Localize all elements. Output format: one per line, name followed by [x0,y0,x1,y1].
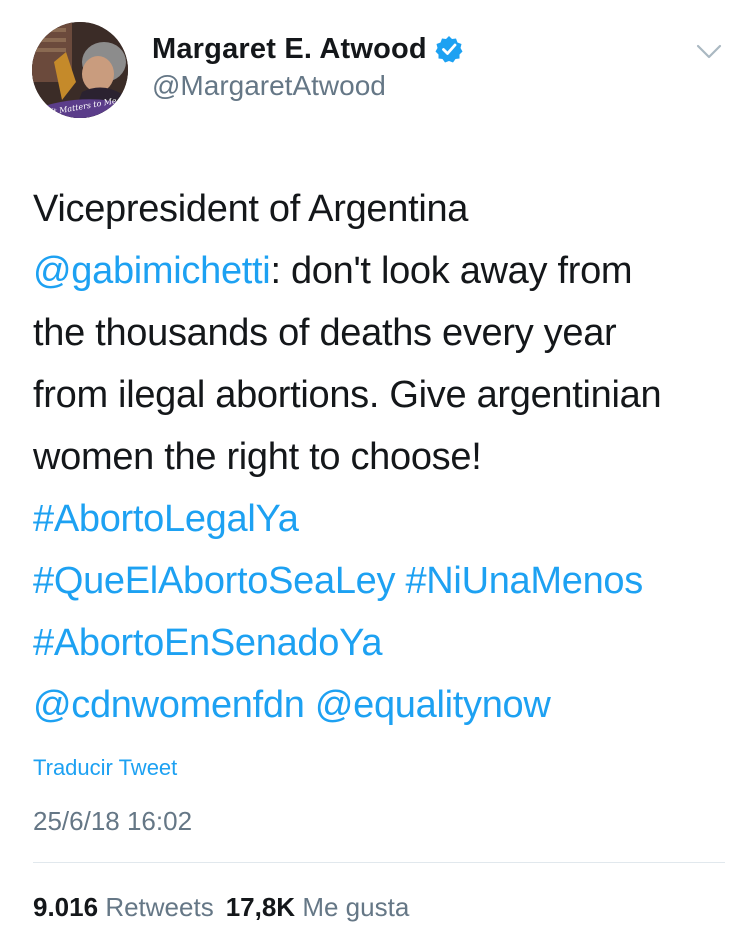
divider [33,862,725,863]
tweet-line: #AbortoEnSenadoYa [33,612,723,674]
user-names: Margaret E. Atwood @MargaretAtwood [152,30,463,102]
translate-tweet-link[interactable]: Traducir Tweet [33,755,177,781]
tweet-text-segment: Vicepresident of Argentina [33,188,469,230]
hashtag-niunamenos[interactable]: #NiUnaMenos [405,560,643,602]
tweet-line: women the right to choose! [33,426,723,488]
display-name-row: Margaret E. Atwood [152,30,463,68]
tweet-header: It Matters to Me Margaret E. Atwood @Mar… [0,0,741,140]
hashtag-queelabortosealey[interactable]: #QueElAbortoSeaLey [33,560,395,602]
likes-count: 17,8K [225,892,296,922]
user-handle[interactable]: @MargaretAtwood [152,70,463,102]
mention-equalitynow[interactable]: @equalitynow [315,684,551,726]
tweet-line: the thousands of deaths every year [33,302,723,364]
mention-cdnwomenfdn[interactable]: @cdnwomenfdn [33,684,305,726]
tweet-line: from ilegal abortions. Give argentinian [33,364,723,426]
likes-label: Me gusta [302,892,410,922]
tweet-line: @gabimichetti: don't look away from [33,240,723,302]
retweets-stat[interactable]: 9.016 Retweets [33,892,214,922]
tweet-line: #QueElAbortoSeaLey #NiUnaMenos [33,550,723,612]
tweet-text-segment: from ilegal abortions. Give argentinian [33,374,662,416]
mention-gabimichetti[interactable]: @gabimichetti [33,250,271,292]
hashtag-abortoensenadoya[interactable]: #AbortoEnSenadoYa [33,622,382,664]
chevron-down-icon[interactable] [694,40,724,64]
tweet-line: @cdnwomenfdn @equalitynow [33,674,723,736]
likes-stat[interactable]: 17,8K Me gusta [226,892,410,922]
tweet-timestamp[interactable]: 25/6/18 16:02 [33,806,192,837]
tweet-text-segment: women the right to choose! [33,436,482,478]
avatar[interactable]: It Matters to Me [32,22,128,118]
tweet-text: Vicepresident of Argentina @gabimichetti… [33,178,723,736]
tweet-text-segment: : don't look away from [270,250,633,292]
tweet-line: #AbortoLegalYa [33,488,723,550]
retweets-label: Retweets [105,892,214,922]
tweet-stats: 9.016 Retweets 17,8K Me gusta [33,892,409,923]
retweets-count: 9.016 [33,892,99,922]
tweet-line: Vicepresident of Argentina [33,178,723,240]
verified-badge-icon [435,35,463,63]
tweet-text-segment: the thousands of deaths every year [33,312,617,354]
display-name[interactable]: Margaret E. Atwood [152,33,427,66]
hashtag-abortolegalya[interactable]: #AbortoLegalYa [33,498,299,540]
